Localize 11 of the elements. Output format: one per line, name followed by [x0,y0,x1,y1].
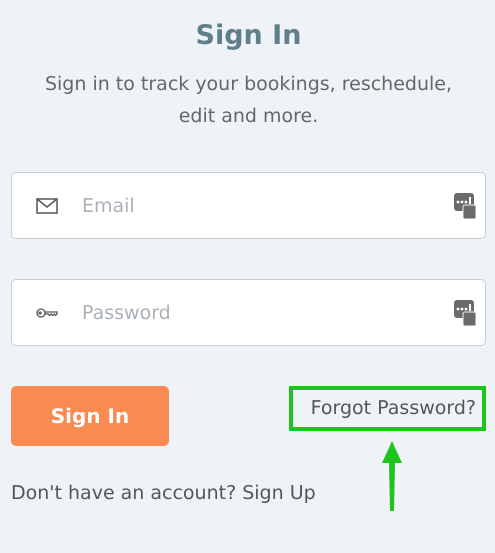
forgot-password-link[interactable]: Forgot Password? [288,386,486,431]
password-field[interactable]: Password [11,279,486,346]
signup-prompt-text: Don't have an account? [11,482,238,504]
page-title: Sign In [194,20,302,52]
envelope-icon [36,198,58,214]
password-manager-icon[interactable] [454,192,476,219]
subtitle: Sign in to track your bookings, reschedule, edit and more. [44,72,454,130]
password-manager-icon[interactable] [454,300,476,326]
key-icon [36,306,58,319]
sign-up-link[interactable]: Sign Up [242,482,316,504]
email-field[interactable]: Email [11,172,486,240]
